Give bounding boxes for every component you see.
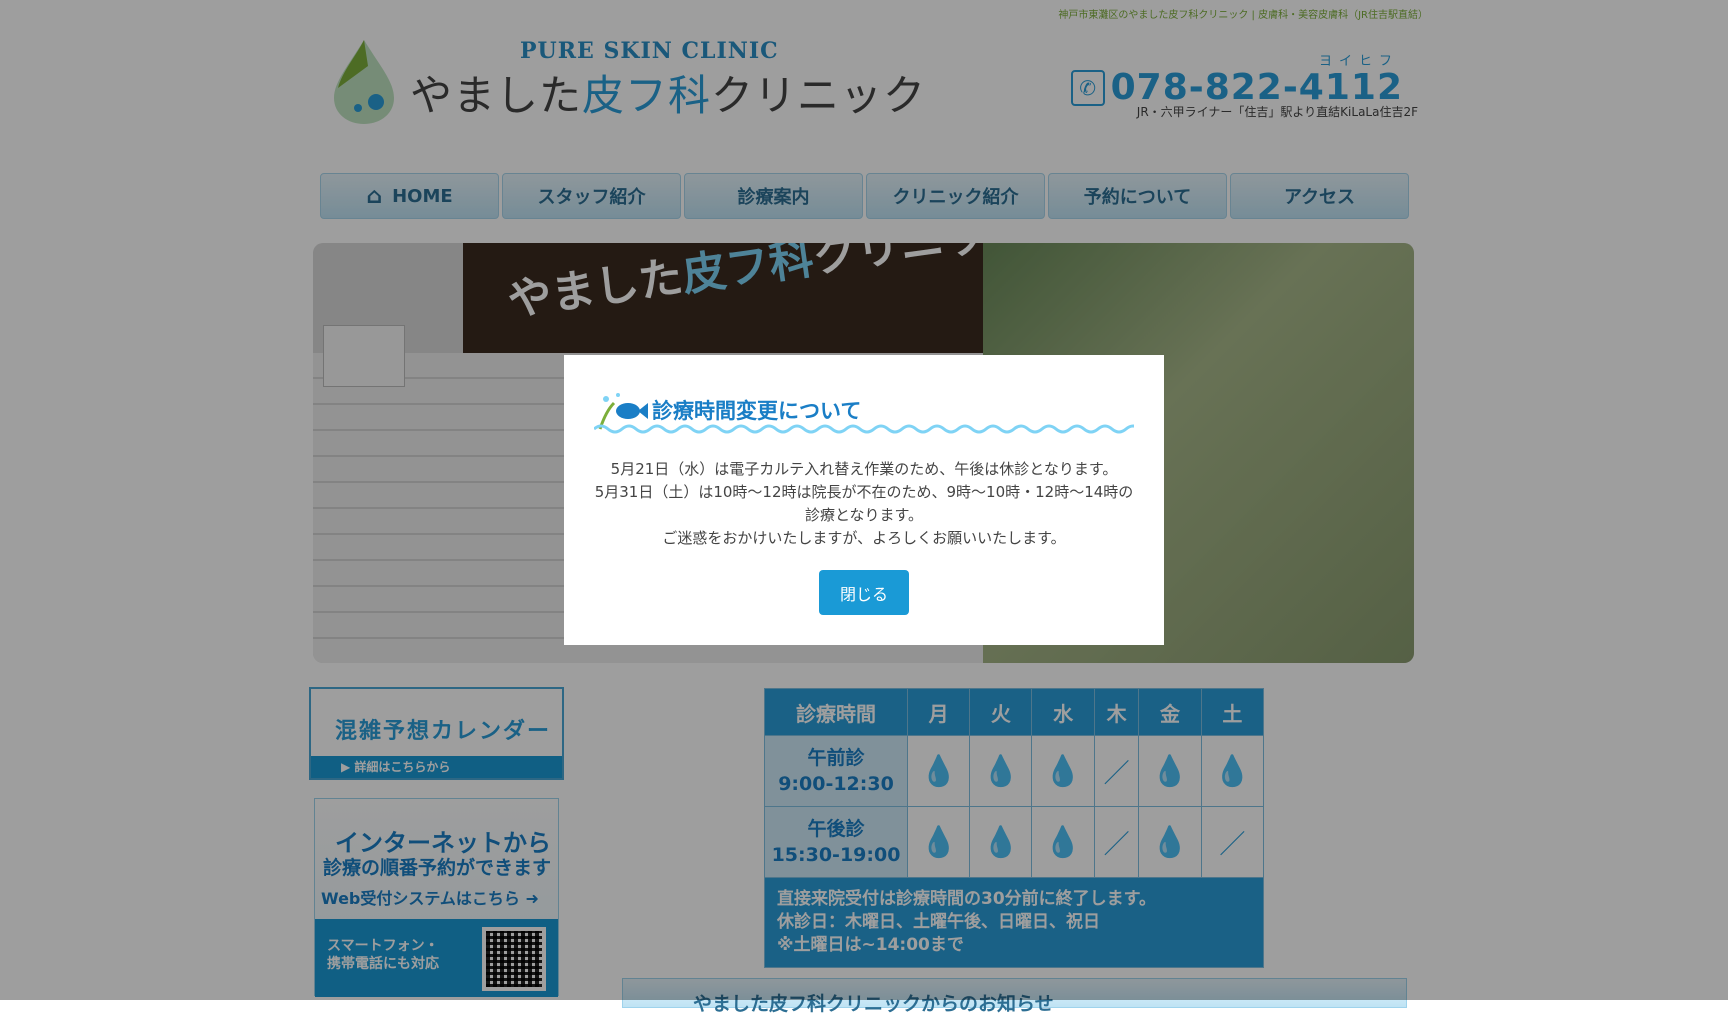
modal-line1: 5月21日（水）は電子カルテ入れ替え作業のため、午後は休診となります。 — [610, 460, 1118, 478]
wave-divider — [594, 424, 1134, 434]
modal-title: 診療時間変更について — [652, 399, 862, 423]
close-button[interactable]: 閉じる — [819, 570, 909, 615]
modal-body: 5月21日（水）は電子カルテ入れ替え作業のため、午後は休診となります。 5月31… — [590, 458, 1138, 550]
modal-line2: 5月31日（土）は10時～12時は院長が不在のため、9時～10時・12時～14時… — [594, 483, 1134, 524]
page: 神戸市東灘区のやました皮フ科クリニック | 皮膚科・美容皮膚科（JR住吉駅直結）… — [0, 0, 1728, 1015]
notice-modal: 診療時間変更について 5月21日（水）は電子カルテ入れ替え作業のため、午後は休診… — [564, 355, 1164, 645]
modal-line3: ご迷惑をおかけいたしますが、よろしくお願いいたします。 — [662, 529, 1066, 547]
